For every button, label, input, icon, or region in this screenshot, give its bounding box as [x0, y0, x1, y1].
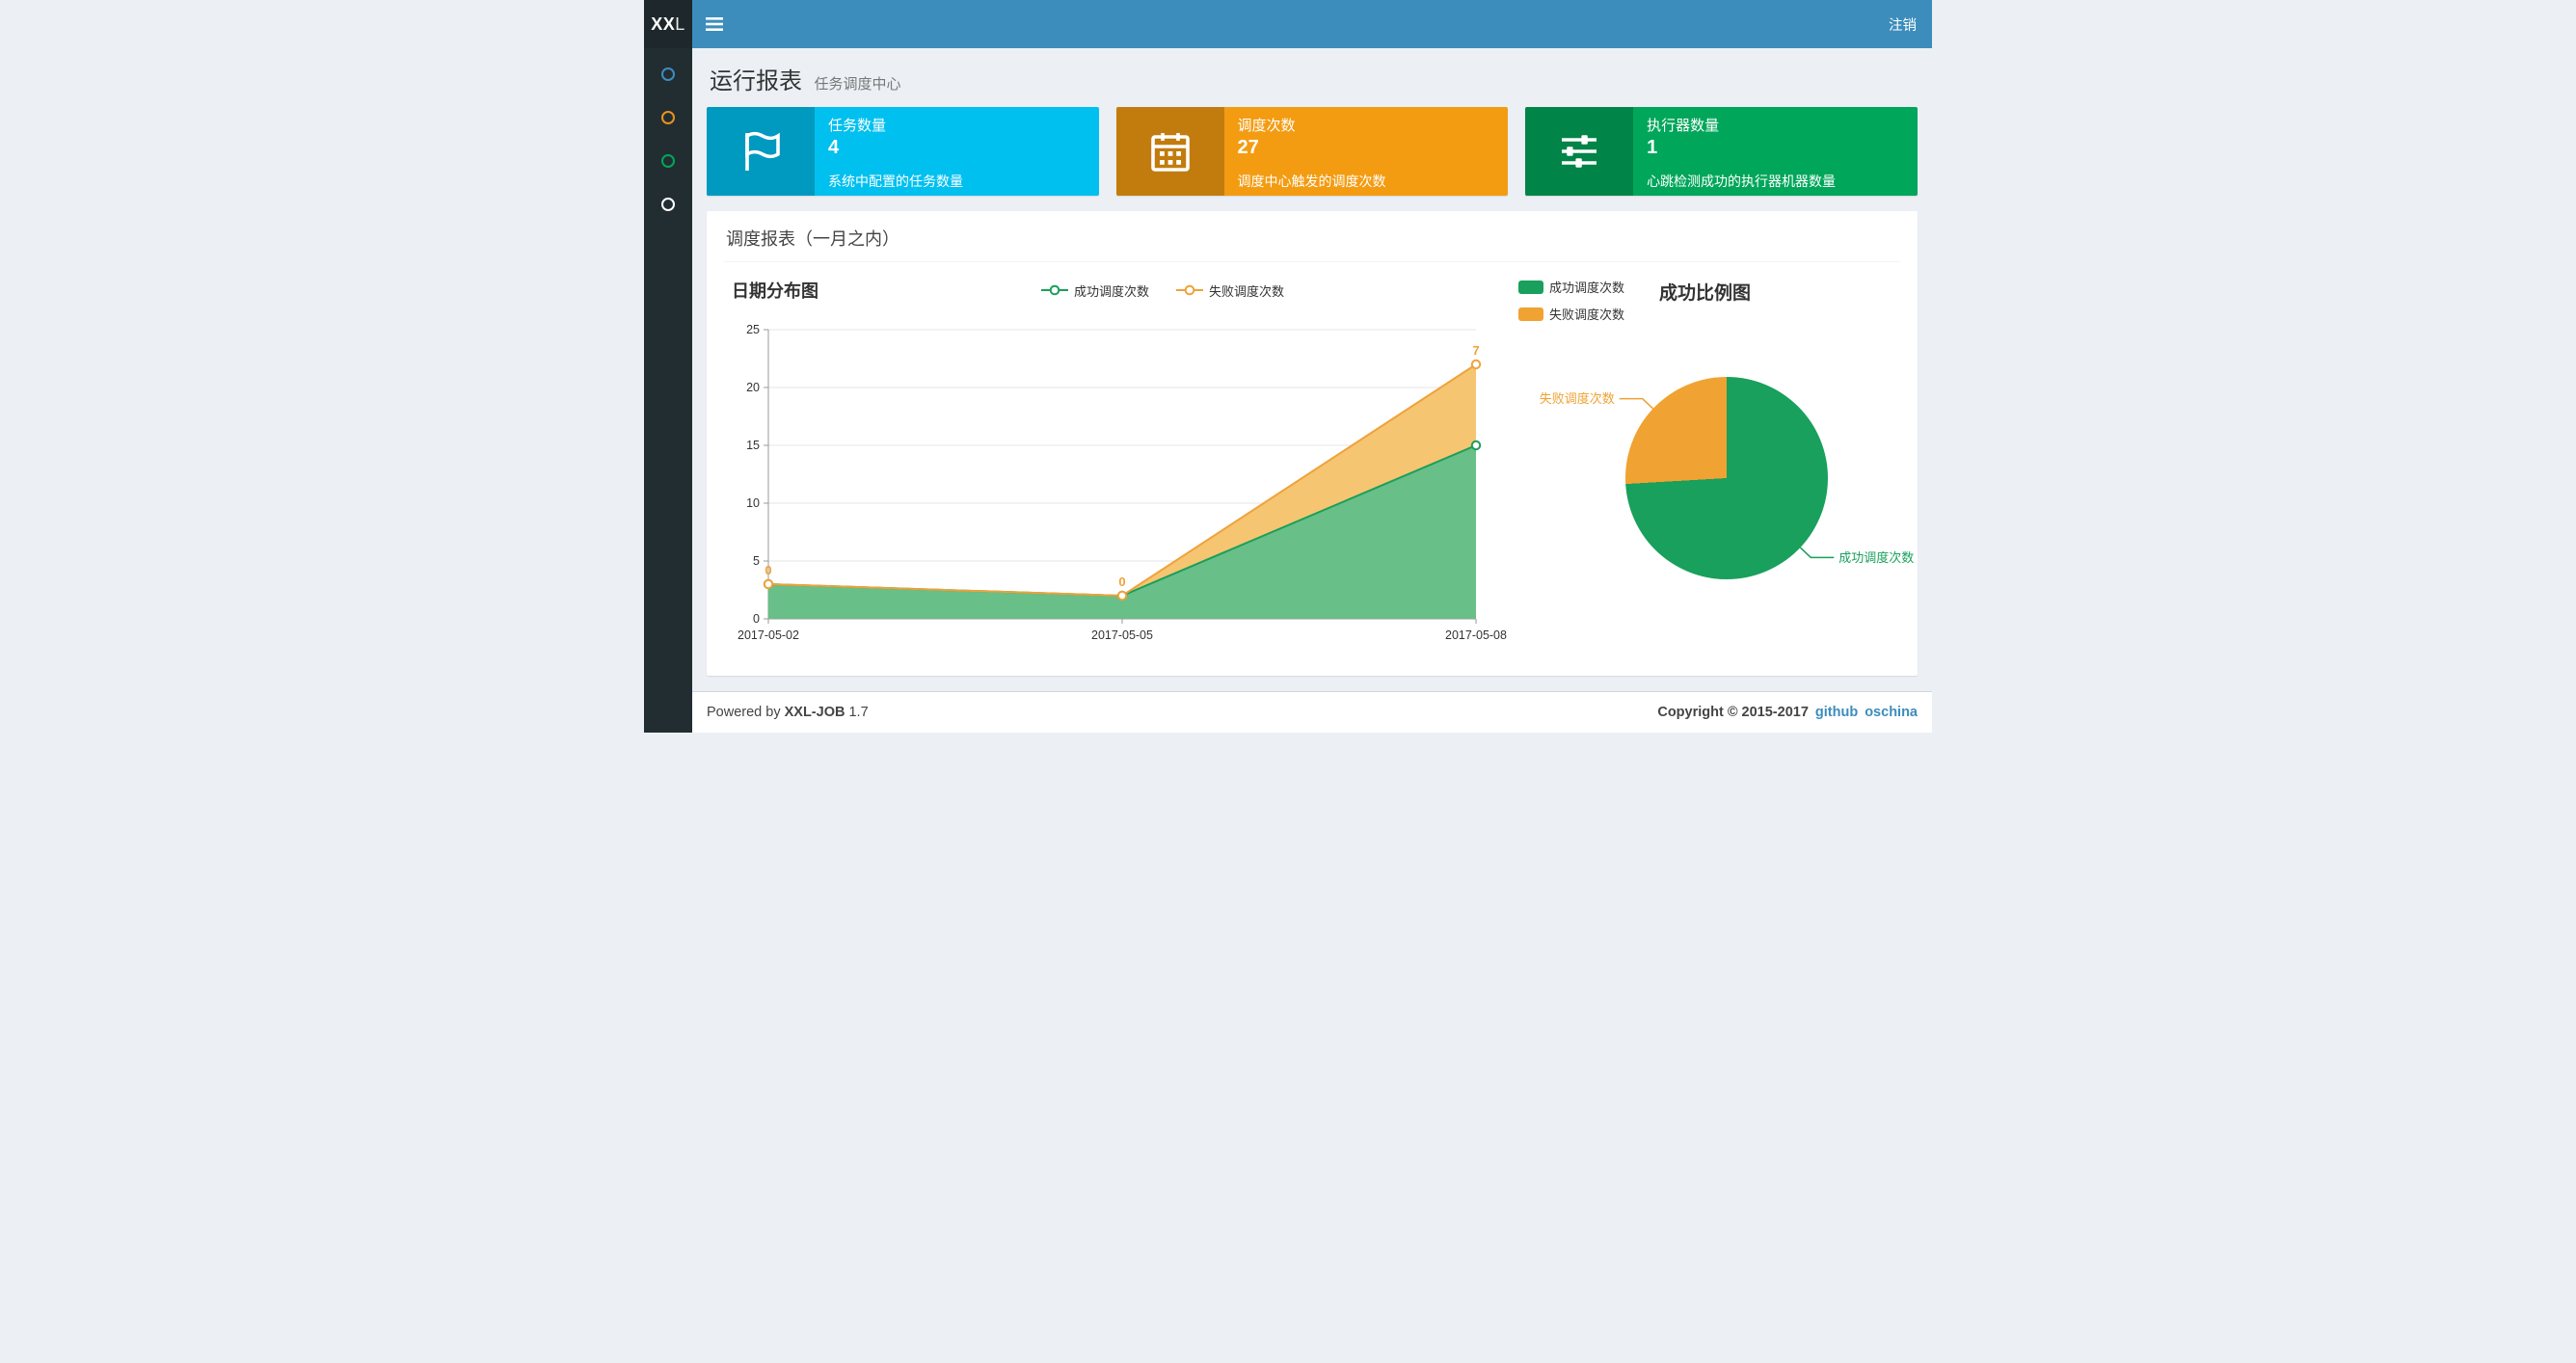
svg-text:7: 7 — [1472, 343, 1479, 358]
swatch-icon — [1518, 280, 1543, 294]
page-footer: Powered by XXL-JOB 1.7 Copyright © 2015-… — [692, 691, 1932, 733]
info-box-executor-desc: 心跳检测成功的执行器机器数量 — [1647, 173, 1837, 189]
info-box-task-desc: 系统中配置的任务数量 — [828, 173, 963, 189]
legend-item-success[interactable]: 成功调度次数 — [1518, 278, 1624, 296]
swatch-icon — [1518, 307, 1543, 321]
copyright-text: Copyright © 2015-2017 — [1657, 705, 1809, 720]
svg-text:0: 0 — [753, 612, 760, 626]
legend-item-fail[interactable]: 失败调度次数 — [1518, 305, 1624, 323]
info-box-trigger-desc: 调度中心触发的调度次数 — [1237, 173, 1386, 189]
info-box-task-title: 任务数量 — [828, 117, 887, 134]
hamburger-icon — [705, 17, 723, 31]
legend-label-success: 成功调度次数 — [1073, 283, 1149, 299]
svg-text:失败调度次数: 失败调度次数 — [1540, 391, 1615, 406]
date-distribution-title: 日期分布图 — [732, 281, 818, 301]
github-link[interactable]: github — [1815, 705, 1858, 720]
date-distribution-header: 日期分布图 成功调度次数 失败调度次数 — [724, 276, 1507, 305]
sidebar-toggle-button[interactable] — [692, 0, 736, 48]
info-box-executor-value: 1 — [1647, 136, 1658, 158]
svg-text:20: 20 — [746, 381, 760, 394]
date-distribution-section: 日期分布图 成功调度次数 失败调度次数 0 5 10 15 20 25 2017… — [724, 276, 1507, 658]
oschina-link[interactable]: oschina — [1865, 705, 1918, 720]
summary-row: 任务数量 4 系统中配置的任务数量 调度次数 27 调度中心触发的调度次数 执行… — [707, 107, 1918, 196]
page-title: 运行报表 — [710, 68, 802, 94]
calendar-icon — [1115, 107, 1224, 196]
page-header: 运行报表 任务调度中心 — [707, 56, 1918, 107]
legend-label-success: 成功调度次数 — [1549, 281, 1625, 295]
info-box-trigger-content: 调度次数 27 调度中心触发的调度次数 — [1224, 107, 1509, 196]
flag-icon — [707, 107, 815, 196]
svg-text:25: 25 — [746, 323, 760, 336]
report-panel-title: 调度报表（一月之内） — [724, 224, 1900, 262]
pie-chart-legend: 成功调度次数 失败调度次数 — [1518, 278, 1624, 323]
pie-labels-overlay: 成功调度次数 失败调度次数 — [1540, 391, 1915, 565]
info-box-executor-title: 执行器数量 — [1647, 117, 1720, 134]
charts-area: 日期分布图 成功调度次数 失败调度次数 0 5 10 15 20 25 2017… — [724, 276, 1914, 658]
sidebar-item-logs[interactable] — [661, 154, 675, 168]
app-logo-text-light: L — [675, 13, 685, 34]
svg-text:2017-05-08: 2017-05-08 — [1445, 628, 1507, 642]
app-logo[interactable]: XX L — [644, 0, 692, 48]
legend-label-fail: 失败调度次数 — [1549, 307, 1625, 322]
svg-text:成功调度次数: 成功调度次数 — [1838, 550, 1914, 565]
footer-right: Copyright © 2015-2017 github oschina — [1657, 705, 1918, 720]
report-panel: 调度报表（一月之内） 日期分布图 成功调度次数 失败调度次数 0 5 10 15… — [707, 211, 1918, 676]
top-navbar: XX L 注销 — [644, 0, 1932, 48]
success-ratio-title: 成功比例图 — [1659, 283, 1752, 304]
legend-item-fail[interactable]: 失败调度次数 — [1176, 281, 1284, 300]
legend-label-fail: 失败调度次数 — [1209, 283, 1285, 299]
info-box-trigger-count: 调度次数 27 调度中心触发的调度次数 — [1115, 107, 1509, 196]
info-box-task-count: 任务数量 4 系统中配置的任务数量 — [707, 107, 1099, 196]
svg-text:0: 0 — [1118, 575, 1125, 589]
success-ratio-header: 成功调度次数 失败调度次数 成功比例图 — [1511, 276, 1900, 323]
line-marker-icon — [1176, 284, 1203, 296]
sidebar-item-jobs[interactable] — [661, 111, 675, 124]
info-box-task-value: 4 — [828, 136, 840, 158]
info-box-trigger-value: 27 — [1237, 136, 1259, 158]
page-subtitle: 任务调度中心 — [814, 76, 901, 93]
sidebar — [644, 48, 692, 733]
info-box-executor-content: 执行器数量 1 心跳检测成功的执行器机器数量 — [1633, 107, 1918, 196]
svg-text:2017-05-05: 2017-05-05 — [1091, 628, 1153, 642]
info-box-task-content: 任务数量 4 系统中配置的任务数量 — [815, 107, 1099, 196]
legend-item-success[interactable]: 成功调度次数 — [1040, 281, 1149, 300]
app-logo-text-bold: XX — [651, 13, 676, 34]
product-name: XXL-JOB — [784, 705, 845, 720]
product-version: 1.7 — [848, 705, 869, 720]
svg-text:5: 5 — [753, 554, 760, 568]
svg-text:15: 15 — [746, 439, 760, 452]
svg-text:2017-05-02: 2017-05-02 — [738, 628, 799, 642]
logout-link[interactable]: 注销 — [1873, 0, 1932, 48]
main-content: 运行报表 任务调度中心 任务数量 4 系统中配置的任务数量 调度次数 27 调度… — [692, 48, 1932, 676]
svg-text:10: 10 — [746, 496, 760, 510]
app-window: XX L 注销 运行报表 任务调度中心 任务数量 4 系统中配置的任务数量 调度… — [644, 0, 1932, 733]
area-chart-legend: 成功调度次数 失败调度次数 — [818, 281, 1507, 300]
info-box-trigger-title: 调度次数 — [1237, 117, 1296, 134]
sidebar-item-executors[interactable] — [661, 198, 675, 211]
sliders-icon — [1525, 107, 1634, 196]
line-marker-icon — [1040, 284, 1068, 296]
sidebar-item-report[interactable] — [661, 67, 675, 81]
svg-text:0: 0 — [765, 563, 771, 577]
date-distribution-chart: 05101520252017-05-02 2017-05-05 2017-05-08… — [738, 323, 1507, 642]
info-box-executor-count: 执行器数量 1 心跳检测成功的执行器机器数量 — [1525, 107, 1918, 196]
powered-by-text: Powered by XXL-JOB 1.7 — [707, 705, 869, 720]
success-ratio-chart: 成功调度次数 失败调度次数 — [1511, 323, 1914, 618]
success-ratio-section: 成功调度次数 失败调度次数 成功比例图 成功调度次数 失败调度次数 — [1507, 276, 1914, 658]
